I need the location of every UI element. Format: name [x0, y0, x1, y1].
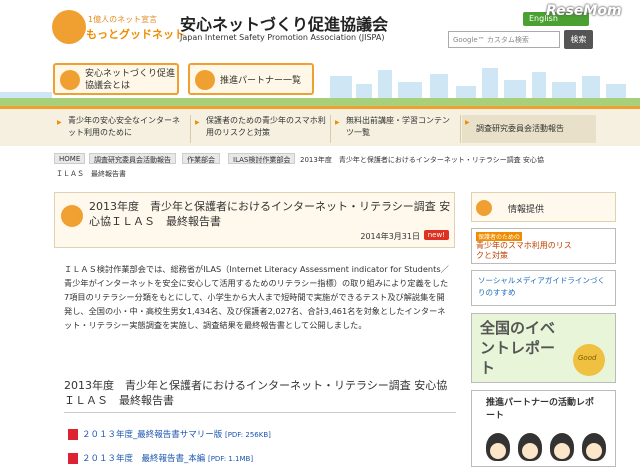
banner-partner-activity[interactable]: 推進パートナーの活動レポート [471, 390, 616, 467]
breadcrumb-ilas-group[interactable]: ILAS検討作業部会 [228, 153, 296, 164]
pdf-size: [PDF: 1.1MB] [207, 455, 254, 463]
pdf-link-full[interactable]: ２０１３年度 最終報告書_本編 [PDF: 1.1MB] [68, 452, 253, 464]
banner-smartphone-risk[interactable]: 保護者のための 青少年のスマホ利用のリスクと対策 [471, 228, 616, 264]
nav-item-research-reports[interactable]: 調査研究委員会活動報告 [462, 115, 596, 143]
breadcrumb-research[interactable]: 調査研究委員会活動報告 [89, 153, 176, 164]
nav-item-parents-smartphone[interactable]: 保護者のための青少年のスマホ利用のリスクと対策 [192, 115, 326, 143]
about-association-label: 安心ネットづくり促進協議会とは [85, 69, 176, 91]
info-icon [476, 200, 492, 216]
site-logo[interactable]: 1億人のネット宣言 もっとグッドネット [52, 8, 185, 50]
nav-divider [190, 115, 191, 143]
breadcrumb-current-cont: ＩＬＡＳ 最終報告書 [56, 170, 126, 178]
main-nav: 青少年の安心安全なインターネット利用のために 保護者のための青少年のスマホ利用の… [0, 106, 640, 146]
family-icon [60, 70, 80, 90]
site-header: 1億人のネット宣言 もっとグッドネット 安心ネットづくり促進協議会 Japan … [0, 0, 640, 60]
nav-divider [460, 115, 461, 143]
logo-name: もっとグッドネット [86, 28, 185, 41]
breadcrumb-home[interactable]: HOME [54, 153, 86, 164]
watermark: ReseMom [546, 3, 622, 19]
breadcrumb-current: 2013年度 青少年と保護者におけるインターネット・リテラシー調査 安心協 [300, 156, 544, 164]
pdf-link-label: ２０１３年度_最終報告書サマリー版 [82, 430, 223, 440]
breadcrumb: HOME 調査研究委員会活動報告 作業部会 ILAS検討作業部会 2013年度 … [54, 153, 594, 183]
document-icon [61, 205, 83, 227]
about-association-button[interactable]: 安心ネットづくり促進協議会とは [53, 63, 179, 95]
pdf-icon [68, 429, 78, 440]
partner-list-button[interactable]: 推進パートナー一覧 [188, 63, 314, 95]
breadcrumb-working-group[interactable]: 作業部会 [182, 153, 220, 164]
person-icon [550, 433, 574, 461]
nav-divider [330, 115, 331, 143]
banner-social-media-guideline[interactable]: ソーシャルメディアガイドラインづくりのすすめ [471, 270, 616, 306]
sidebar-heading-label: 情報提供 [508, 205, 545, 215]
logo-mark-icon [52, 10, 86, 44]
article-title: 2013年度 青少年と保護者におけるインターネット・リテラシー調査 安心協ＩＬＡ… [89, 200, 451, 228]
logo-tagline: 1億人のネット宣言 [88, 15, 158, 24]
good-badge-icon: Good [573, 344, 605, 376]
banner-label: 推進パートナーの活動レポート [486, 398, 595, 421]
sidebar-heading: 情報提供 [471, 192, 616, 222]
search-input[interactable]: Google™ カスタム検索 [448, 31, 560, 48]
site-title[interactable]: 安心ネットづくり促進協議会 [180, 11, 388, 35]
person-icon [486, 433, 510, 461]
banner-event-report[interactable]: 全国のイベントレポート Good [471, 313, 616, 383]
article-date: 2014年3月31日 [360, 232, 420, 241]
pdf-size: [PDF: 256KB] [224, 431, 271, 439]
article-body: ＩＬＡＳ検討作業部会では、総務省がILAS（Internet Literacy … [64, 264, 449, 330]
person-icon [582, 433, 606, 461]
good-badge-label: Good [578, 354, 597, 362]
pdf-link-summary[interactable]: ２０１３年度_最終報告書サマリー版 [PDF: 256KB] [68, 428, 271, 440]
people-icon [195, 70, 215, 90]
pdf-icon [68, 453, 78, 464]
banner-label: 全国のイベントレポート [480, 319, 556, 377]
new-badge: new! [423, 230, 449, 240]
nav-item-safe-use[interactable]: 青少年の安心安全なインターネット利用のために [54, 115, 184, 143]
site-subtitle: Japan Internet Safety Promotion Associat… [180, 33, 385, 42]
section-title: 2013年度 青少年と保護者におけるインターネット・リテラシー調査 安心協ＩＬＡ… [64, 378, 456, 413]
article-header: 2013年度 青少年と保護者におけるインターネット・リテラシー調査 安心協ＩＬＡ… [54, 192, 455, 248]
banner-label: 青少年のスマホ利用のリスクと対策 [476, 241, 572, 260]
nav-item-free-lectures[interactable]: 無料出前講座・学習コンテンツ一覧 [332, 115, 456, 143]
person-icon [518, 433, 542, 461]
partner-list-label: 推進パートナー一覧 [220, 76, 302, 86]
pdf-link-label: ２０１３年度 最終報告書_本編 [82, 454, 206, 464]
banner-tag: 保護者のための [476, 232, 523, 241]
search-button[interactable]: 検索 [564, 30, 593, 49]
banner-label: ソーシャルメディアガイドラインづくりのすすめ [478, 276, 605, 297]
